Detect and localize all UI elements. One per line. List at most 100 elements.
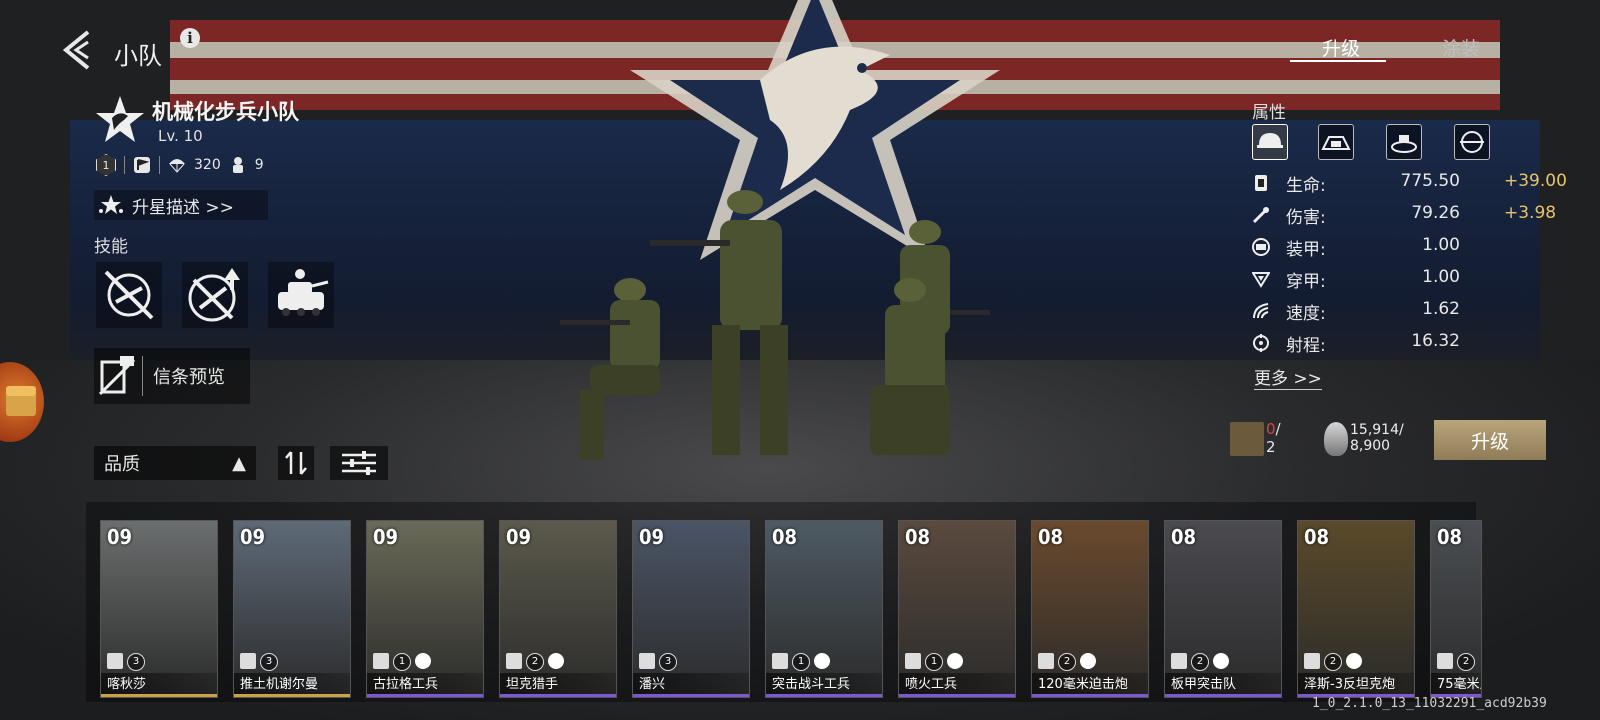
divider bbox=[124, 156, 125, 174]
card-rarity-bar bbox=[1165, 694, 1281, 697]
sort-order-button[interactable] bbox=[278, 446, 314, 480]
upgrade-button[interactable]: 升级 bbox=[1434, 420, 1546, 460]
info-icon[interactable]: i bbox=[180, 28, 200, 48]
card-icons: 2 bbox=[1437, 653, 1475, 671]
attr-tab-artillery[interactable] bbox=[1386, 124, 1422, 160]
unit-card[interactable]: 09 3 喀秋莎 bbox=[100, 520, 218, 698]
badge-preview-button[interactable]: 信条预览 bbox=[94, 348, 250, 404]
tab-skin[interactable]: 涂装 bbox=[1442, 34, 1480, 61]
attributes-heading: 属性 bbox=[1252, 103, 1286, 123]
card-rarity-bar bbox=[899, 694, 1015, 697]
skill-tank-crew[interactable] bbox=[268, 262, 334, 328]
card-tier-badge: 1 bbox=[925, 653, 943, 671]
filter-sliders-icon bbox=[342, 451, 376, 475]
damage-icon bbox=[1252, 206, 1270, 224]
sort-arrows-icon bbox=[285, 451, 307, 475]
treasure-chest-button[interactable] bbox=[0, 362, 44, 442]
back-arrow-icon bbox=[62, 30, 90, 70]
card-tier-badge: 2 bbox=[1324, 653, 1342, 671]
health-icon bbox=[1255, 175, 1267, 191]
skill-anti-air[interactable] bbox=[96, 262, 162, 328]
card-tier-badge: 1 bbox=[393, 653, 411, 671]
card-level: 08 bbox=[905, 525, 931, 549]
active-tab-underline bbox=[1290, 60, 1386, 62]
attr-tab-vehicle[interactable] bbox=[1318, 124, 1354, 160]
card-tier-badge: 3 bbox=[260, 653, 278, 671]
unit-card[interactable]: 08 2 120毫米迫击炮 bbox=[1031, 520, 1149, 698]
anti-air-icon bbox=[104, 270, 154, 320]
stat-row-armor: 装甲: 1.00 bbox=[1252, 232, 1552, 264]
stat-row-damage: 伤害: 79.26 +3.98 bbox=[1252, 200, 1556, 232]
flag-icon bbox=[814, 653, 830, 669]
card-level: 08 bbox=[1437, 525, 1463, 549]
artillery-icon bbox=[1391, 135, 1417, 153]
tab-upgrade[interactable]: 升级 bbox=[1322, 34, 1360, 61]
card-tier-badge: 2 bbox=[1058, 653, 1076, 671]
card-level: 08 bbox=[1038, 525, 1064, 549]
card-icons: 2 bbox=[1304, 653, 1362, 671]
unit-card[interactable]: 09 2 坦克猎手 bbox=[499, 520, 617, 698]
card-rarity-bar bbox=[766, 694, 882, 697]
skill-rifle-upgrade[interactable] bbox=[182, 262, 248, 328]
quality-label: 品质 bbox=[104, 454, 140, 475]
stat-row-range: 射程: 16.32 bbox=[1252, 328, 1552, 360]
dogtag-resource-amount: 15,914/ 8,900 bbox=[1350, 422, 1404, 454]
chest-icon bbox=[6, 386, 36, 416]
divider bbox=[159, 156, 160, 174]
filter-button[interactable] bbox=[330, 446, 388, 480]
unit-type-icon bbox=[1171, 653, 1187, 669]
unit-card[interactable]: 08275毫米反 bbox=[1430, 520, 1482, 698]
unit-card[interactable]: 08 2 泽斯-3反坦克炮 bbox=[1297, 520, 1415, 698]
stars-icon bbox=[99, 195, 123, 214]
card-rarity-bar bbox=[1032, 694, 1148, 697]
more-attributes-link[interactable]: 更多 >> bbox=[1254, 364, 1322, 390]
card-level: 09 bbox=[240, 525, 266, 549]
unit-card[interactable]: 08 1 突击战斗工兵 bbox=[765, 520, 883, 698]
badge-preview-label: 信条预览 bbox=[153, 367, 225, 388]
quality-sort-select[interactable]: 品质 ▲ bbox=[94, 446, 256, 480]
unit-type-icon bbox=[639, 653, 655, 669]
badge-preview-icon bbox=[98, 356, 136, 396]
unit-card[interactable]: 09 3 潘兴 bbox=[632, 520, 750, 698]
stat-row-health: 生命: 775.50 +39.00 bbox=[1252, 168, 1567, 200]
card-level: 09 bbox=[373, 525, 399, 549]
unit-card[interactable]: 09 3 推土机谢尔曼 bbox=[233, 520, 351, 698]
stat-row-speed: 速度: 1.62 bbox=[1252, 296, 1552, 328]
card-tier-badge: 3 bbox=[659, 653, 677, 671]
flag-icon bbox=[134, 157, 150, 173]
rifle-upgrade-icon bbox=[188, 268, 240, 322]
flag-icon bbox=[947, 653, 963, 669]
attr-tab-aircraft[interactable] bbox=[1454, 124, 1490, 160]
penetration-icon bbox=[1252, 272, 1270, 288]
soldier-card-resource-amount: 0/ 2 bbox=[1266, 420, 1281, 456]
card-icons: 3 bbox=[639, 653, 677, 671]
unit-card[interactable]: 08 2 板甲突击队 bbox=[1164, 520, 1282, 698]
range-icon bbox=[1253, 334, 1269, 352]
soldier-card-resource-icon bbox=[1230, 422, 1264, 456]
back-button[interactable] bbox=[58, 28, 98, 72]
card-rarity-bar bbox=[500, 694, 616, 697]
top-tabs: 升级 涂装 bbox=[1290, 34, 1510, 64]
unit-type-icon bbox=[107, 653, 123, 669]
unit-card[interactable]: 09 1 古拉格工兵 bbox=[366, 520, 484, 698]
unit-type-icon bbox=[506, 653, 522, 669]
card-icons: 1 bbox=[905, 653, 963, 671]
flag-icon bbox=[1213, 653, 1229, 669]
card-rarity-bar bbox=[101, 694, 217, 697]
card-tier-badge: 2 bbox=[1457, 653, 1475, 671]
card-level: 09 bbox=[506, 525, 532, 549]
version-label: 1_0_2.1.0_13_11032291_acd92b39 bbox=[1312, 696, 1547, 711]
unit-type-icon bbox=[772, 653, 788, 669]
skills-heading: 技能 bbox=[94, 237, 128, 257]
attr-tab-infantry[interactable] bbox=[1252, 124, 1288, 160]
card-icons: 3 bbox=[107, 653, 145, 671]
stat-row-penetration: 穿甲: 1.00 bbox=[1252, 264, 1552, 296]
flag-icon bbox=[1346, 653, 1362, 669]
star-description-button[interactable]: 升星描述 >> bbox=[94, 190, 268, 220]
unit-card[interactable]: 08 1 喷火工兵 bbox=[898, 520, 1016, 698]
card-level: 08 bbox=[772, 525, 798, 549]
armor-icon bbox=[1252, 238, 1270, 256]
speed-icon bbox=[1253, 303, 1269, 319]
unit-type-icon bbox=[373, 653, 389, 669]
card-rarity-bar bbox=[633, 694, 749, 697]
